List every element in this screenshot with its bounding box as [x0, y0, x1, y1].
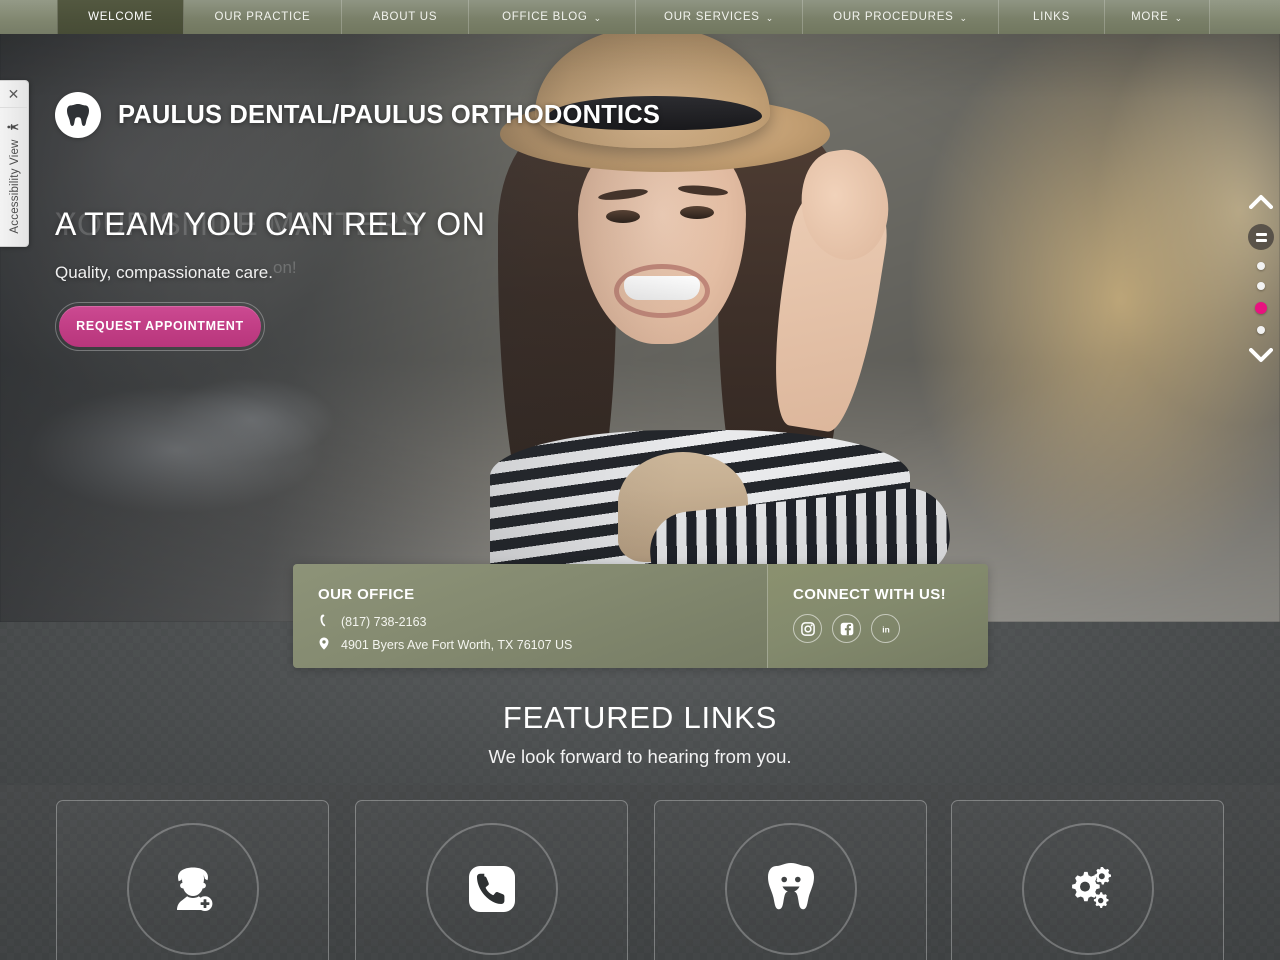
nav-item-label: OUR PRACTICE	[214, 11, 311, 23]
nav-item-label: WELCOME	[88, 11, 153, 23]
hero-subhead: Quality, compassionate care.	[55, 263, 273, 282]
nav-item-our-services[interactable]: OUR SERVICES ⌄	[636, 0, 803, 34]
nav-item-our-practice[interactable]: OUR PRACTICE	[184, 0, 342, 34]
phone-icon	[425, 823, 558, 955]
tooth-logo-icon	[55, 92, 101, 138]
facebook-icon[interactable]	[832, 614, 861, 643]
slider-down-chevron-icon[interactable]	[1249, 348, 1273, 367]
chevron-down-icon: ⌄	[593, 12, 602, 23]
nav-item-label: MORE	[1131, 11, 1169, 23]
our-office-title: OUR OFFICE	[318, 586, 415, 603]
close-icon[interactable]: ✕	[0, 81, 27, 108]
chevron-down-icon: ⌄	[765, 12, 774, 23]
nav-item-label: OFFICE BLOG	[502, 11, 588, 23]
smiling-tooth-icon	[724, 823, 857, 955]
request-appointment-wrapper: REQUEST APPOINTMENT	[55, 302, 265, 351]
phone-handset-icon	[318, 614, 330, 630]
office-info-panel: OUR OFFICE (817) 738-2163 4901 Byers Ave…	[293, 564, 988, 668]
connect-with-us-title: CONNECT WITH US!	[793, 586, 947, 603]
map-pin-icon	[318, 637, 330, 653]
hero-headline: A TEAM YOU CAN RELY ON	[55, 206, 486, 242]
instagram-icon[interactable]	[793, 614, 822, 643]
slider-menu-icon[interactable]	[1248, 224, 1274, 250]
nav-item-office-blog[interactable]: OFFICE BLOG ⌄	[469, 0, 636, 34]
hero-text-block: YOUR SMILE MATTERS on! A TEAM YOU CAN RE…	[55, 206, 615, 283]
slider-dot-4[interactable]	[1257, 326, 1265, 334]
featured-links-section: FEATURED LINKS We look forward to hearin…	[0, 622, 1280, 960]
featured-links-subtitle: We look forward to hearing from you.	[488, 746, 792, 767]
nav-item-links[interactable]: LINKS	[999, 0, 1105, 34]
our-office-block: OUR OFFICE (817) 738-2163 4901 Byers Ave…	[293, 564, 768, 668]
office-phone-row[interactable]: (817) 738-2163	[318, 614, 767, 630]
linkedin-icon[interactable]: in	[871, 614, 900, 643]
nav-item-label: LINKS	[1033, 11, 1070, 23]
connect-with-us-block: CONNECT WITH US! in	[768, 564, 988, 668]
nav-left-spacer	[0, 0, 57, 34]
svg-text:in: in	[882, 624, 889, 634]
nav-right-spacer	[1210, 0, 1280, 34]
office-address-row[interactable]: 4901 Byers Ave Fort Worth, TX 76107 US	[318, 637, 767, 653]
accessibility-view-toggle[interactable]: Accessibility View	[7, 110, 22, 245]
accessibility-person-icon	[7, 121, 22, 133]
request-appointment-button[interactable]: REQUEST APPOINTMENT	[59, 306, 261, 347]
accessibility-view-label: Accessibility View	[8, 139, 21, 234]
featured-card-tooth[interactable]	[654, 800, 927, 960]
slider-up-chevron-icon[interactable]	[1249, 194, 1273, 213]
featured-card-doctor[interactable]	[56, 800, 329, 960]
featured-card-phone[interactable]	[355, 800, 628, 960]
chevron-down-icon: ⌄	[959, 12, 968, 23]
slider-navigation	[1246, 194, 1276, 386]
hero-slider: PAULUS DENTAL/PAULUS ORTHODONTICS YOUR S…	[0, 0, 1280, 622]
nav-item-label: OUR SERVICES	[664, 11, 760, 23]
slider-dots	[1255, 262, 1267, 334]
nav-item-label: OUR PROCEDURES	[833, 11, 954, 23]
social-links: in	[793, 614, 988, 643]
nav-item-about-us[interactable]: ABOUT US	[342, 0, 469, 34]
site-title: PAULUS DENTAL/PAULUS ORTHODONTICS	[118, 100, 661, 129]
nav-item-more[interactable]: MORE ⌄	[1105, 0, 1210, 34]
featured-links-title: FEATURED LINKS	[502, 700, 778, 735]
office-address: 4901 Byers Ave Fort Worth, TX 76107 US	[341, 638, 573, 652]
nav-item-welcome[interactable]: WELCOME	[57, 0, 184, 34]
gears-icon	[1021, 823, 1154, 955]
office-phone: (817) 738-2163	[341, 615, 427, 629]
slider-dot-2[interactable]	[1257, 282, 1265, 290]
female-doctor-icon	[126, 823, 259, 955]
slider-dot-3[interactable]	[1255, 302, 1267, 314]
nav-item-our-procedures[interactable]: OUR PROCEDURES ⌄	[803, 0, 999, 34]
main-navigation: WELCOME OUR PRACTICE ABOUT US OFFICE BLOG ⌄ O…	[0, 0, 1280, 34]
nav-item-label: ABOUT US	[372, 11, 438, 23]
slider-dot-1[interactable]	[1257, 262, 1265, 270]
featured-cards	[0, 800, 1280, 960]
featured-card-gears[interactable]	[951, 800, 1224, 960]
accessibility-widget[interactable]: ✕ Accessibility View	[0, 80, 29, 247]
site-branding[interactable]: PAULUS DENTAL/PAULUS ORTHODONTICS	[55, 92, 660, 138]
chevron-down-icon: ⌄	[1174, 12, 1183, 23]
